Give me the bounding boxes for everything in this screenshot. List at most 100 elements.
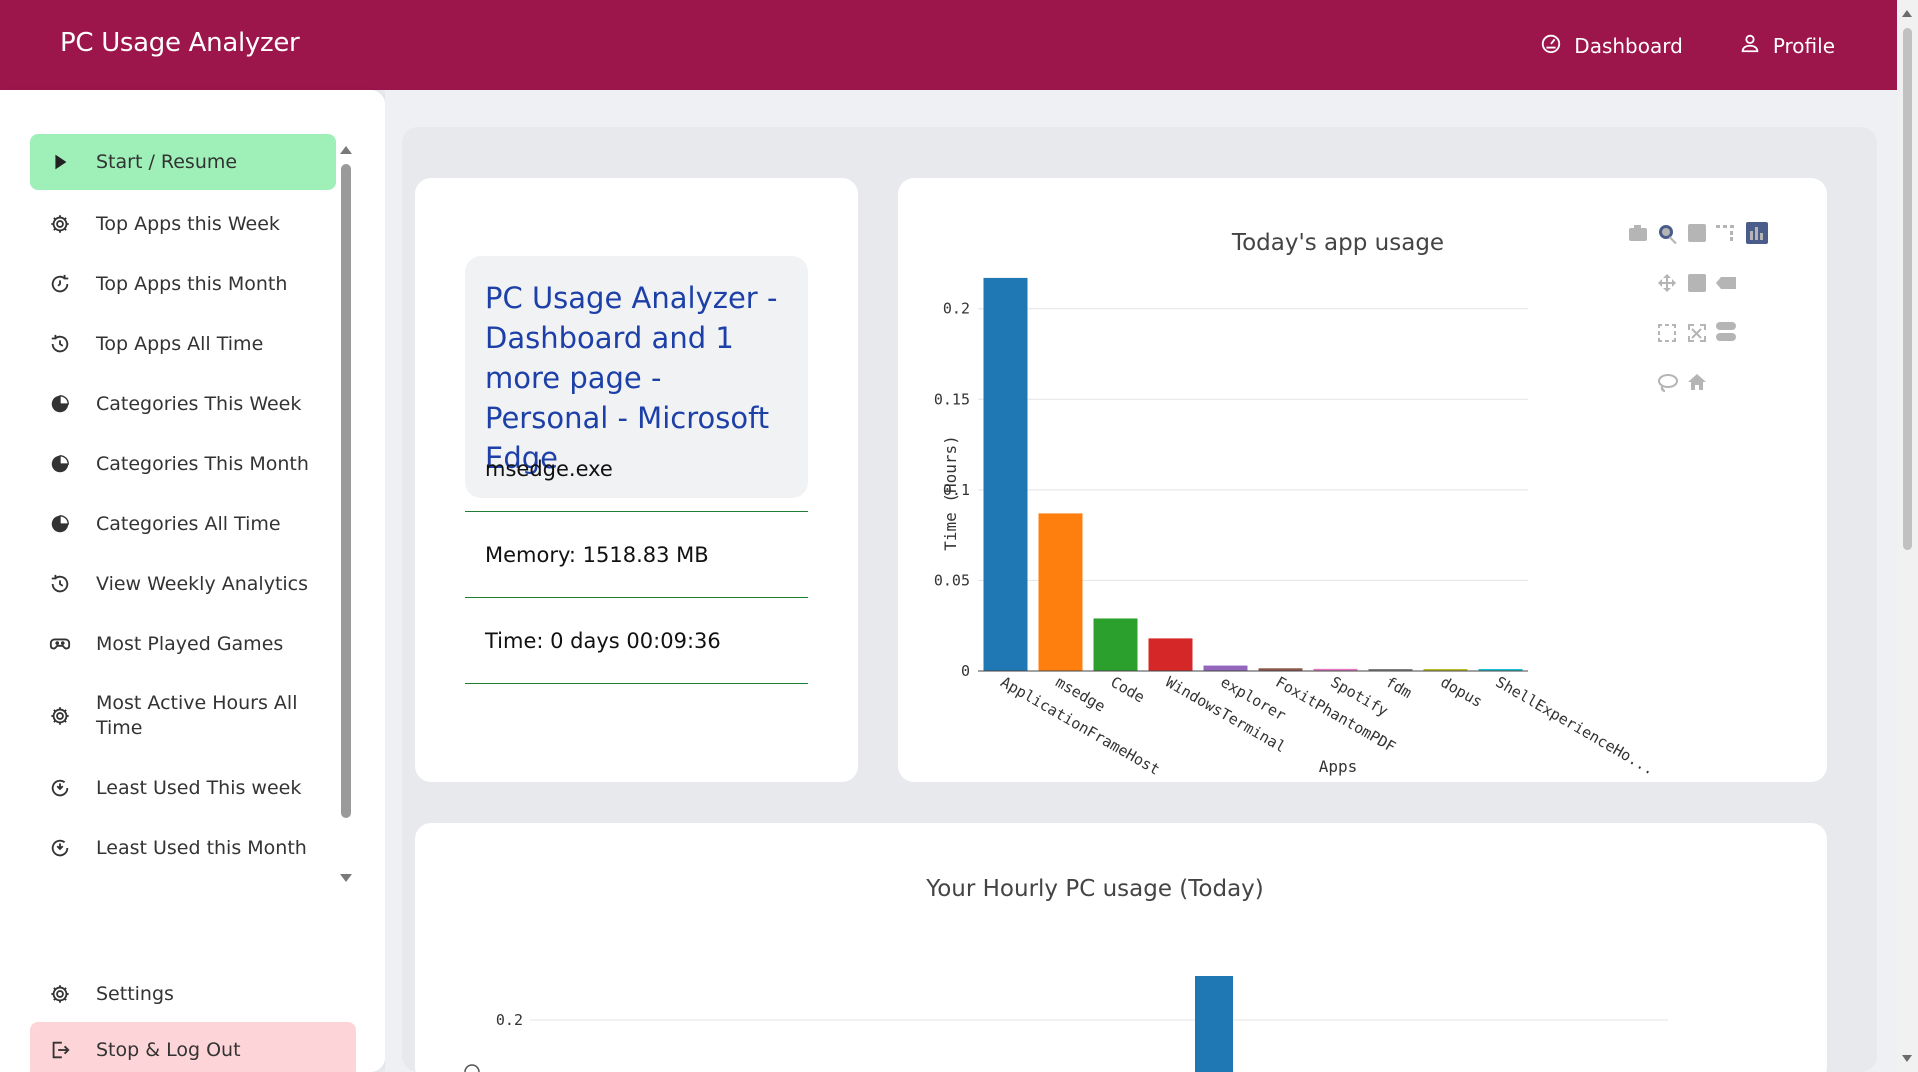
pan-icon[interactable] bbox=[1658, 274, 1676, 292]
sidebar-item-least-used-month[interactable]: Least Used this Month bbox=[30, 818, 336, 878]
home-icon[interactable] bbox=[1688, 374, 1706, 390]
current-window-card: PC Usage Analyzer - Dashboard and 1 more… bbox=[415, 178, 858, 782]
nav-dashboard-link[interactable]: Dashboard bbox=[1540, 32, 1683, 59]
gear-icon bbox=[48, 982, 72, 1006]
chart-modebar bbox=[1629, 222, 1768, 392]
sidebar-item-least-used-week[interactable]: Least Used This week bbox=[30, 758, 336, 818]
bar-msedge[interactable] bbox=[1038, 513, 1083, 671]
sidebar-item-label: Categories All Time bbox=[96, 512, 281, 535]
chart-title: Today's app usage bbox=[1231, 230, 1444, 256]
scroll-down-arrow[interactable] bbox=[1902, 1055, 1912, 1062]
sidebar-bottom-menu: Settings Stop & Log Out bbox=[30, 966, 356, 1072]
x-tick-label: Code bbox=[1108, 673, 1148, 707]
clock-down-icon bbox=[48, 776, 72, 800]
bar-code[interactable] bbox=[1093, 618, 1138, 671]
sidebar-item-weekly-analytics[interactable]: View Weekly Analytics bbox=[30, 554, 336, 614]
nav-profile-label: Profile bbox=[1772, 33, 1835, 58]
sidebar-item-label: Start / Resume bbox=[96, 150, 238, 173]
sidebar-item-top-apps-all-time[interactable]: Top Apps All Time bbox=[30, 314, 336, 374]
x-tick-label: fdm bbox=[1383, 673, 1415, 702]
user-icon bbox=[1739, 32, 1761, 59]
sidebar-item-categories-all-time[interactable]: Categories All Time bbox=[30, 494, 336, 554]
y-tick-label: 0.05 bbox=[934, 571, 970, 589]
scroll-thumb[interactable] bbox=[1903, 28, 1912, 550]
sidebar-item-label: Stop & Log Out bbox=[96, 1038, 241, 1061]
sidebar-item-top-apps-month[interactable]: Top Apps this Month bbox=[30, 254, 336, 314]
scroll-up-arrow[interactable] bbox=[1902, 10, 1912, 17]
page-scrollbar[interactable] bbox=[1897, 0, 1918, 1072]
top-navbar: PC Usage Analyzer Dashboard Profile bbox=[0, 0, 1897, 90]
nav-dashboard-label: Dashboard bbox=[1574, 33, 1683, 58]
bar-explorer[interactable] bbox=[1203, 665, 1248, 671]
y-axis-title-fragment bbox=[464, 1064, 480, 1072]
y-tick-label: 0.2 bbox=[496, 1011, 523, 1029]
pie-chart-icon bbox=[48, 452, 72, 476]
y-axis-title: Time (Hours) bbox=[941, 435, 960, 551]
sidebar-scroll-thumb[interactable] bbox=[341, 164, 351, 818]
app-usage-chart-card: Today's app usage 0 0.05 0.1 0.15 0.2 Applic… bbox=[898, 178, 1827, 782]
x-axis-title: Apps bbox=[1319, 757, 1358, 776]
current-process-time: Time: 0 days 00:09:36 bbox=[465, 598, 808, 684]
sidebar-item-label: Settings bbox=[96, 982, 174, 1005]
sidebar-item-start-resume[interactable]: Start / Resume bbox=[30, 134, 336, 190]
chart-title: Your Hourly PC usage (Today) bbox=[925, 876, 1264, 902]
sidebar-item-label: View Weekly Analytics bbox=[96, 572, 309, 595]
sidebar-item-label: Categories This Week bbox=[96, 392, 302, 415]
zoom-in-icon[interactable] bbox=[1688, 224, 1706, 242]
pie-chart-icon bbox=[48, 512, 72, 536]
y-tick-label: 0.2 bbox=[943, 300, 970, 318]
app-usage-chart: Today's app usage 00.050.10.150.2 Applic… bbox=[934, 222, 1768, 779]
spike-lines-icon[interactable] bbox=[1716, 225, 1734, 241]
compare-hover-icon[interactable] bbox=[1716, 322, 1736, 341]
history-icon bbox=[48, 572, 72, 596]
nav-profile-link[interactable]: Profile bbox=[1739, 32, 1835, 59]
box-select-icon[interactable] bbox=[1658, 324, 1676, 342]
sidebar: Start / Resume Top Apps this Week Top Ap… bbox=[0, 90, 385, 1072]
logout-button[interactable]: Stop & Log Out bbox=[30, 1022, 356, 1072]
app-brand[interactable]: PC Usage Analyzer bbox=[60, 28, 300, 58]
sidebar-scroll-down-arrow[interactable] bbox=[340, 874, 352, 882]
lasso-icon[interactable] bbox=[1658, 374, 1678, 392]
sidebar-scroll-up-arrow[interactable] bbox=[340, 146, 352, 154]
gear-icon bbox=[48, 704, 72, 728]
play-icon bbox=[48, 150, 72, 174]
bar-windowsterminal[interactable] bbox=[1148, 638, 1193, 671]
bar-applicationframehost[interactable] bbox=[983, 277, 1028, 671]
sidebar-item-label: Most Played Games bbox=[96, 632, 284, 655]
camera-icon[interactable] bbox=[1629, 225, 1647, 241]
bar-chart-icon[interactable] bbox=[1746, 222, 1768, 244]
hover-closest-icon[interactable] bbox=[1716, 277, 1736, 289]
x-tick-label: dopus bbox=[1438, 673, 1486, 711]
y-tick-label: 0.15 bbox=[934, 390, 970, 408]
clock-arrow-icon bbox=[48, 272, 72, 296]
sidebar-item-categories-month[interactable]: Categories This Month bbox=[30, 434, 336, 494]
sidebar-item-label: Top Apps All Time bbox=[96, 332, 264, 355]
x-tick-label: ShellExperienceHo... bbox=[1493, 673, 1658, 779]
autoscale-icon[interactable] bbox=[1688, 324, 1706, 342]
bar[interactable] bbox=[1195, 976, 1233, 1072]
dashboard-gauge-icon bbox=[1540, 32, 1562, 59]
sidebar-item-settings[interactable]: Settings bbox=[30, 966, 356, 1022]
sidebar-item-label: Most Active Hours All Time bbox=[96, 692, 298, 739]
sidebar-item-most-active-hours[interactable]: Most Active Hours All Time bbox=[30, 674, 336, 758]
sidebar-item-label: Least Used This week bbox=[96, 776, 302, 799]
chart-bars bbox=[983, 277, 1523, 671]
top-nav-links: Dashboard Profile bbox=[1540, 32, 1835, 59]
sidebar-item-label: Top Apps this Week bbox=[96, 212, 280, 235]
hourly-usage-chart-card: Your Hourly PC usage (Today) 0.2 bbox=[415, 823, 1827, 1072]
sidebar-item-label: Categories This Month bbox=[96, 452, 309, 475]
zoom-out-icon[interactable] bbox=[1688, 274, 1706, 292]
y-tick-label: 0 bbox=[961, 662, 970, 680]
pie-chart-icon bbox=[48, 392, 72, 416]
zoom-icon[interactable] bbox=[1659, 225, 1677, 244]
sidebar-item-most-played-games[interactable]: Most Played Games bbox=[30, 614, 336, 674]
current-process-memory: Memory: 1518.83 MB bbox=[465, 512, 808, 598]
sidebar-item-top-apps-week[interactable]: Top Apps this Week bbox=[30, 194, 336, 254]
gear-icon bbox=[48, 212, 72, 236]
sidebar-menu: Start / Resume Top Apps this Week Top Ap… bbox=[30, 134, 336, 878]
hourly-usage-chart: Your Hourly PC usage (Today) 0.2 bbox=[464, 876, 1668, 1072]
logout-icon bbox=[48, 1038, 72, 1062]
sidebar-scrollbar[interactable] bbox=[336, 142, 356, 882]
sidebar-item-label: Least Used this Month bbox=[96, 836, 307, 859]
sidebar-item-categories-week[interactable]: Categories This Week bbox=[30, 374, 336, 434]
